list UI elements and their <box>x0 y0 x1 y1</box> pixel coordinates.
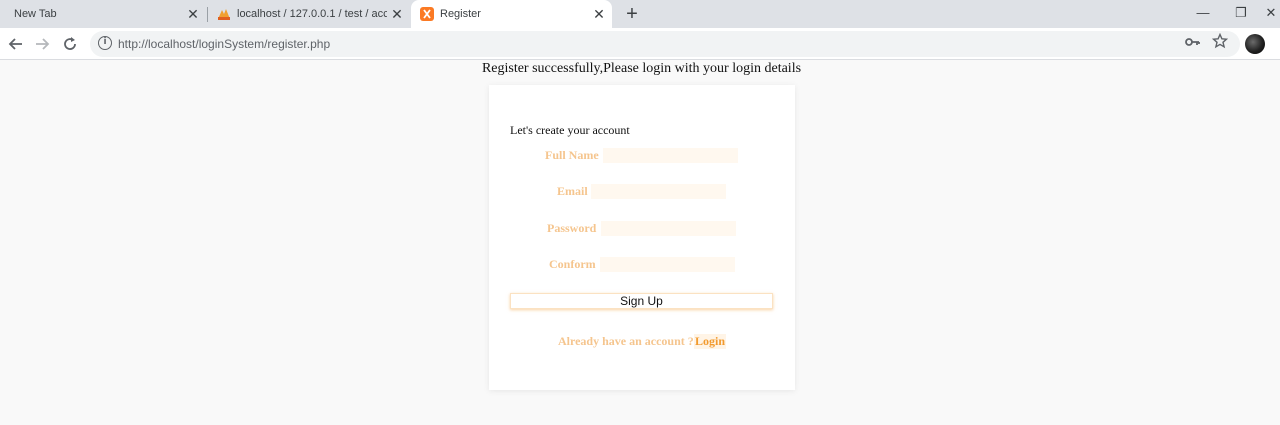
key-icon[interactable] <box>1185 35 1201 52</box>
form-heading: Let's create your account <box>510 123 630 137</box>
forward-arrow-icon[interactable] <box>33 35 51 53</box>
back-arrow-icon[interactable] <box>7 35 25 53</box>
profile-avatar[interactable] <box>1245 34 1265 54</box>
email-field[interactable] <box>591 184 726 199</box>
minimize-icon[interactable]: — <box>1194 5 1212 20</box>
confirm-label: Conform <box>549 257 596 271</box>
already-account-text: Already have an account ? <box>558 334 694 348</box>
tab-close-icon[interactable]: ✕ <box>592 7 606 21</box>
confirm-password-field[interactable] <box>600 257 735 272</box>
reload-icon[interactable] <box>61 35 79 53</box>
tab-close-icon[interactable]: ✕ <box>186 7 200 21</box>
tab-phpmyadmin[interactable]: localhost / 127.0.0.1 / test / accou ✕ <box>210 0 410 28</box>
sign-up-button[interactable]: Sign Up <box>510 293 773 309</box>
tab-close-icon[interactable]: ✕ <box>390 7 404 21</box>
tab-strip: New Tab ✕ localhost / 127.0.0.1 / test /… <box>0 0 1280 28</box>
email-label: Email <box>557 184 588 198</box>
bookmark-star-icon[interactable] <box>1211 32 1229 54</box>
phpmyadmin-icon <box>217 7 231 21</box>
tab-register[interactable]: Register ✕ <box>411 0 612 28</box>
address-bar[interactable]: i http://localhost/loginSystem/register.… <box>90 31 1240 57</box>
browser-toolbar: i http://localhost/loginSystem/register.… <box>0 28 1280 60</box>
success-message: Register successfully,Please login with … <box>481 61 802 76</box>
full-name-label: Full Name <box>545 148 599 162</box>
tab-separator <box>207 7 208 22</box>
password-label: Password <box>547 221 597 235</box>
site-info-icon[interactable]: i <box>98 36 112 50</box>
tab-title: Register <box>440 8 481 20</box>
tab-title: localhost / 127.0.0.1 / test / accou <box>237 8 387 20</box>
tab-new-tab[interactable]: New Tab ✕ <box>0 0 206 28</box>
xampp-icon <box>420 7 434 21</box>
maximize-icon[interactable]: ❐ <box>1232 5 1250 21</box>
login-link[interactable]: Login <box>694 334 727 349</box>
url-text: http://localhost/loginSystem/register.ph… <box>118 37 331 51</box>
tab-title: New Tab <box>14 8 57 20</box>
register-card: Let's create your account Full Name Emai… <box>489 85 795 390</box>
full-name-field[interactable] <box>603 148 738 163</box>
window-close-icon[interactable]: ✕ <box>1262 5 1280 21</box>
new-tab-plus-icon[interactable]: + <box>622 4 642 24</box>
password-field[interactable] <box>601 221 736 236</box>
